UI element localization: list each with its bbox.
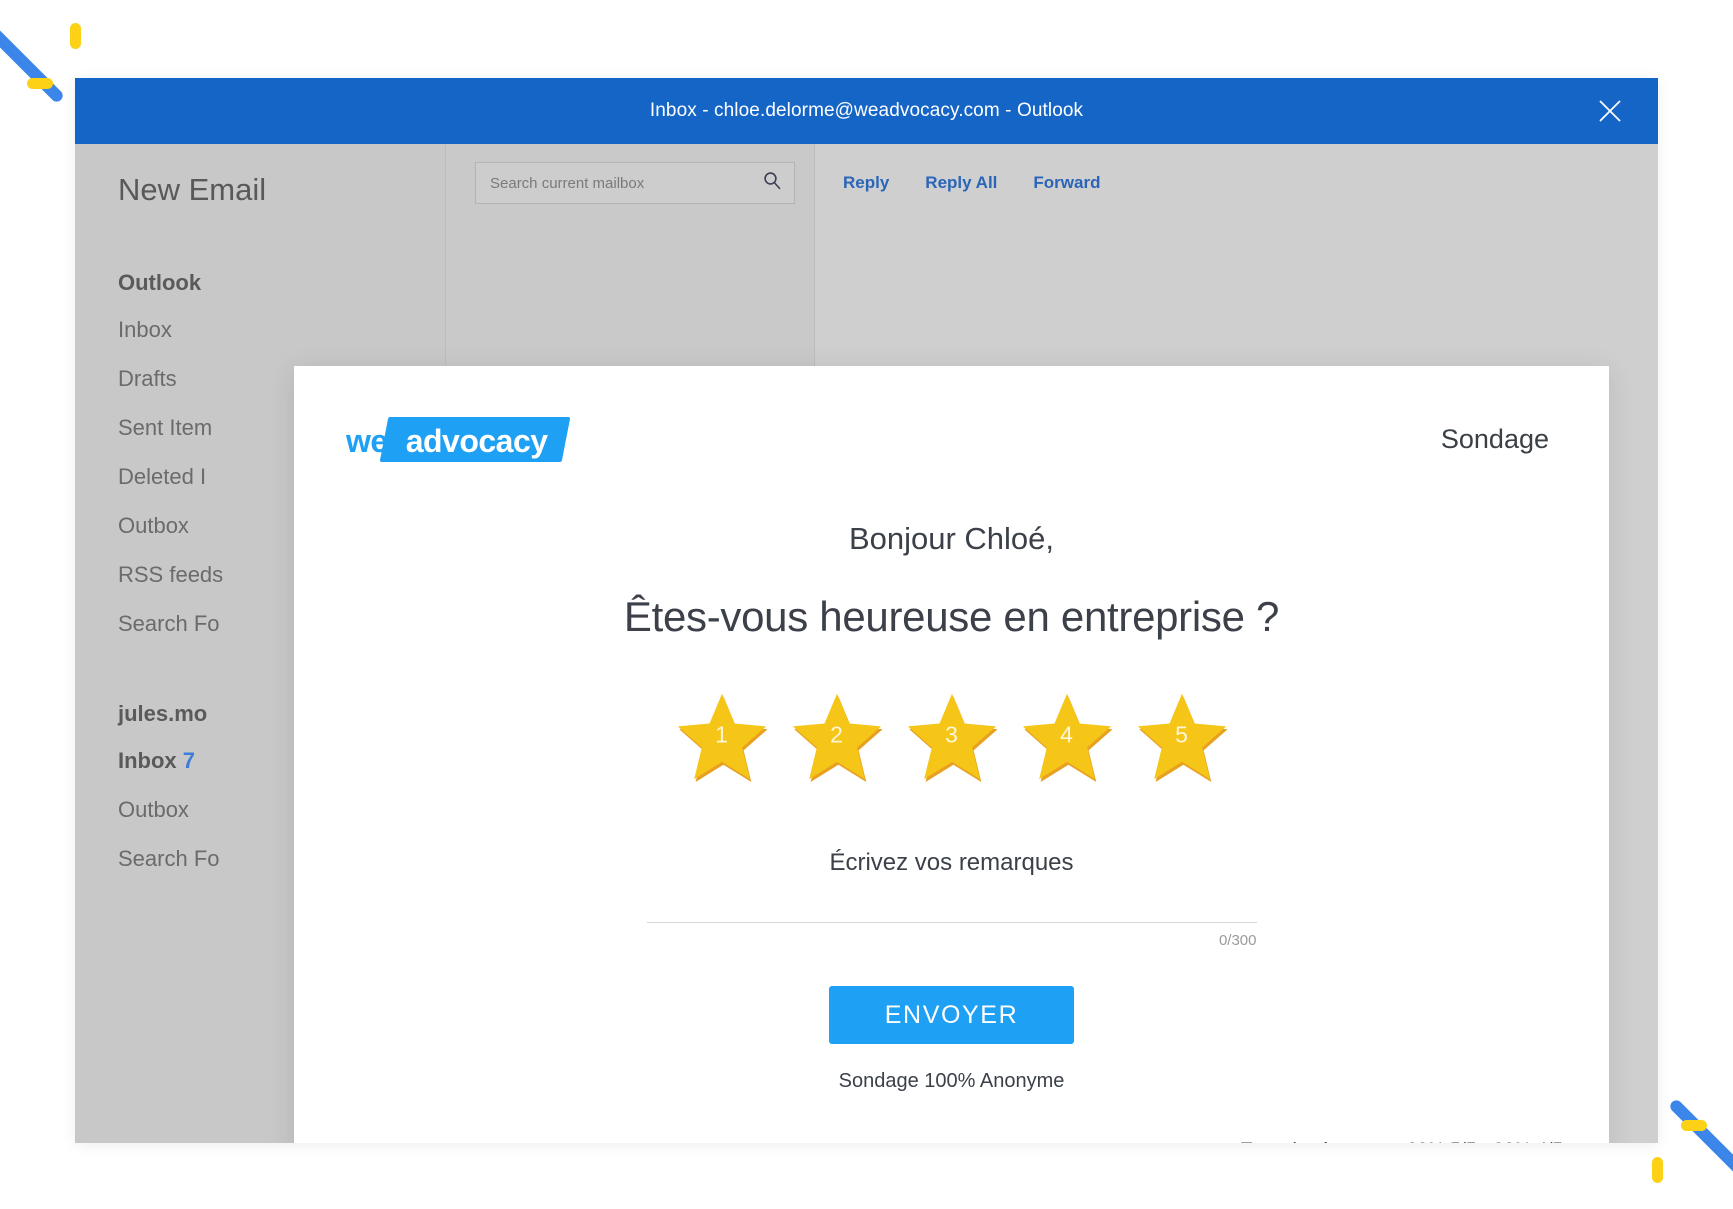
- search-icon[interactable]: [762, 171, 782, 196]
- survey-modal-header: we advocacy Sondage: [294, 366, 1609, 464]
- response-rate-text: Taux de réponses : 60% 5/5 - 30% 4/5: [1241, 1140, 1563, 1143]
- character-counter: 0/300: [1218, 932, 1257, 949]
- sidebar-item-inbox[interactable]: Inbox: [75, 317, 445, 343]
- rating-star-5[interactable]: 5: [1134, 687, 1230, 783]
- decorative-yellow-dash-top-left-vertical: [70, 23, 81, 49]
- logo-word-we: we: [346, 422, 388, 459]
- survey-modal: we advocacy Sondage Bonjour Chloé, Êtes-…: [294, 366, 1609, 1143]
- rating-star-2[interactable]: 2: [789, 687, 885, 783]
- mail-toolbar: Reply Reply All Forward: [445, 144, 1658, 222]
- unread-count-badge: 7: [182, 748, 196, 773]
- rating-star-1[interactable]: 1: [674, 687, 770, 783]
- rating-star-3[interactable]: 3: [904, 687, 1000, 783]
- rating-star-group: 1 2 3 4 5: [294, 687, 1609, 783]
- outlook-window: Inbox - chloe.delorme@weadvocacy.com - O…: [75, 78, 1658, 1143]
- search-input[interactable]: [490, 174, 756, 192]
- close-icon[interactable]: [1582, 78, 1638, 144]
- anonymous-note: Sondage 100% Anonyme: [838, 1070, 1065, 1092]
- send-button[interactable]: ENVOYER: [829, 986, 1074, 1044]
- logo-word-advocacy: advocacy: [405, 422, 548, 459]
- window-title: Inbox - chloe.delorme@weadvocacy.com - O…: [649, 100, 1084, 121]
- forward-button[interactable]: Forward: [1033, 173, 1100, 193]
- decorative-yellow-dash-top-left-horizontal: [27, 78, 53, 89]
- decorative-yellow-dash-bottom-right-vertical: [1652, 1157, 1663, 1183]
- weadvocacy-logo: we advocacy: [346, 417, 571, 464]
- search-box[interactable]: [475, 162, 795, 204]
- screen-root: Inbox - chloe.delorme@weadvocacy.com - O…: [0, 0, 1733, 1209]
- survey-question: Êtes-vous heureuse en entreprise ?: [623, 593, 1280, 640]
- sidebar-item-label: Inbox: [118, 748, 177, 773]
- logo-advocacy-block: advocacy: [379, 417, 571, 463]
- decorative-blue-diagonal-top-left: [0, 17, 66, 105]
- rating-star-4[interactable]: 4: [1019, 687, 1115, 783]
- window-titlebar: Inbox - chloe.delorme@weadvocacy.com - O…: [75, 78, 1658, 144]
- reply-all-button[interactable]: Reply All: [925, 173, 997, 193]
- greeting-text: Bonjour Chloé,: [848, 521, 1055, 556]
- remarks-block: Écrivez vos remarques 0/300: [646, 849, 1257, 949]
- remarks-input[interactable]: [646, 901, 1257, 923]
- survey-modal-body: Bonjour Chloé, Êtes-vous heureuse en ent…: [294, 521, 1609, 1093]
- folder-group-header: Outlook: [118, 270, 202, 295]
- reply-button[interactable]: Reply: [843, 173, 889, 193]
- remarks-label: Écrivez vos remarques: [829, 849, 1074, 876]
- outlook-body: New Email Outlook Inbox Drafts Sent Item…: [75, 144, 1658, 1143]
- survey-kind-label: Sondage: [1440, 424, 1549, 454]
- decorative-blue-diagonal-bottom-right: [1667, 1097, 1733, 1185]
- decorative-yellow-dash-bottom-right-horizontal: [1681, 1120, 1707, 1131]
- new-email-button[interactable]: New Email: [75, 172, 445, 208]
